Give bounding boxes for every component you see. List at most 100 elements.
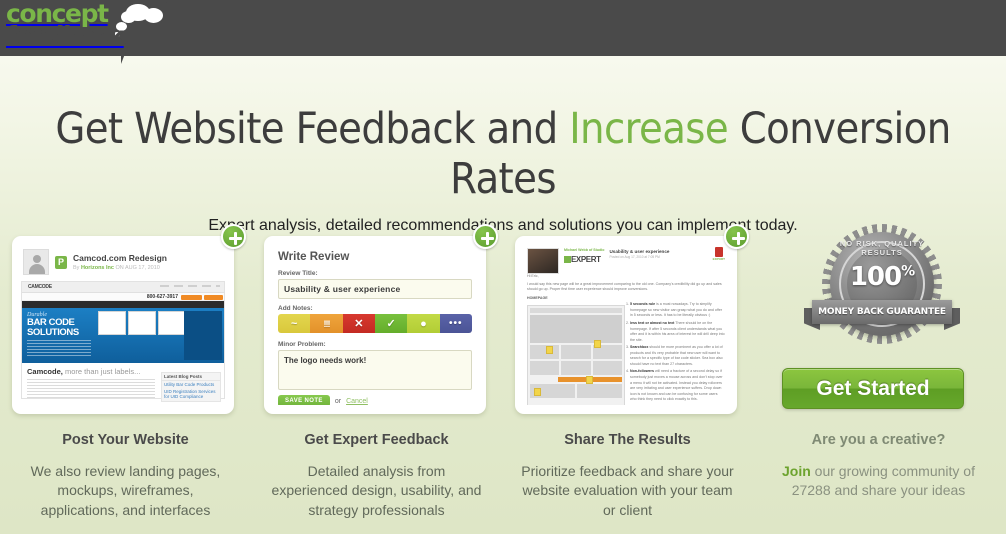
- creative-body: Join our growing community of 27288 and …: [771, 462, 986, 501]
- site-topbar: CAMCODE: [22, 282, 224, 293]
- report-point-bold: Searchbox: [630, 345, 649, 350]
- site-nav-strip: [22, 301, 224, 308]
- blog-link-1: Utility Bar Code Products: [164, 382, 215, 387]
- add-notes-label: Add Notes:: [278, 305, 313, 312]
- member-count: 27288: [791, 482, 831, 499]
- plus-icon-card2[interactable]: [473, 224, 498, 249]
- card-write-review[interactable]: Write Review Review Title: Usability & u…: [264, 224, 498, 414]
- minor-problem-label: Minor Problem:: [278, 341, 326, 348]
- join-link[interactable]: Join: [782, 463, 811, 479]
- logo-line-feedback: feedback: [6, 20, 125, 50]
- site-phone-row: 800-627-3917: [22, 293, 224, 301]
- site-logo[interactable]: concept feedback: [6, 1, 125, 50]
- note-tilde-icon[interactable]: ~: [278, 314, 311, 333]
- site-body-heading-rest: more than just labels...: [62, 367, 141, 376]
- site-quote-button: [181, 294, 202, 300]
- reviewer-photo: [527, 248, 559, 274]
- caption-title: Post Your Website: [62, 432, 189, 448]
- or-label: or: [334, 397, 342, 405]
- get-started-button[interactable]: Get Started: [782, 368, 964, 409]
- note-cross-icon[interactable]: ✕: [342, 314, 375, 333]
- plus-icon-card3[interactable]: [724, 224, 749, 249]
- caption-post-your-website: Post Your Website We also review landing…: [0, 432, 251, 520]
- project-title: Camcod.com Redesign: [73, 253, 167, 264]
- site-hero-banner: Durable BAR CODE SOLUTIONS: [22, 308, 224, 363]
- page-headline: Get Website Feedback and Increase Conver…: [0, 104, 1006, 204]
- report-section-homepage: HOMEPAGE: [527, 295, 548, 300]
- report-point-bold: Non-followers: [630, 369, 654, 374]
- site-body-heading-bold: Camcode,: [27, 367, 63, 376]
- caption-row: Post Your Website We also review landing…: [0, 432, 1006, 520]
- report-point-text: will need a fracture of a second delay s…: [630, 369, 723, 402]
- creative-body-before: our growing community of: [810, 463, 975, 479]
- caption-body: Prioritize feedback and share your websi…: [521, 463, 734, 518]
- website-thumbnail: CAMCODE 800-627-3917 Durable BAR CODE SO…: [21, 281, 225, 402]
- note-type-toolbar: ~ !!! ✕ ✓ ● •••: [278, 314, 472, 333]
- note-lightbulb-icon[interactable]: ●: [407, 314, 440, 333]
- project-author: Horizons Inc: [80, 264, 114, 271]
- site-body: Camcode, more than just labels... Latest…: [22, 363, 224, 402]
- note-textarea[interactable]: The logo needs work!: [278, 350, 472, 390]
- note-exclamation-icon[interactable]: !!!: [310, 314, 343, 333]
- creative-body-after: and share your ideas: [830, 482, 966, 499]
- plus-icon-card1[interactable]: [221, 224, 246, 249]
- badge-percent-sign: %: [901, 263, 915, 280]
- review-title-label: Review Title:: [278, 270, 318, 277]
- site-samples-button: [204, 294, 223, 300]
- caption-title: Share The Results: [564, 432, 691, 448]
- card-post-your-website[interactable]: P Camcod.com Redesign By Horizons Inc ON…: [12, 224, 246, 414]
- expert-badge: EXPERT: [564, 254, 604, 266]
- report-date: Posted on Aug 17, 2010 at 7:05 PM: [609, 255, 660, 260]
- money-back-guarantee-badge: NO RISK, QUALITY RESULTS 100% MONEY BACK…: [804, 224, 960, 344]
- pdf-icon: [714, 247, 723, 257]
- wireframe-thumbnail: [527, 305, 625, 405]
- review-form-footer: SAVE NOTE or Cancel: [278, 395, 472, 405]
- site-phone-number: 800-627-3917: [146, 294, 178, 300]
- site-logo-text: CAMCODE: [28, 284, 52, 290]
- project-header: P Camcod.com Redesign By Horizons Inc ON…: [21, 245, 225, 281]
- badge-ribbon-text: MONEY BACK GUARANTEE: [818, 307, 946, 317]
- note-check-icon[interactable]: ✓: [374, 314, 408, 333]
- caption-body: Detailed analysis from experienced desig…: [271, 463, 482, 518]
- export-label: EXPORT: [712, 257, 725, 261]
- report-intro: I would say this new page will be a grea…: [527, 281, 722, 292]
- report-point-bold: less text or almost no text: [630, 320, 675, 325]
- caption-are-you-a-creative: Are you a creative? Join our growing com…: [753, 432, 1004, 520]
- site-sidebar-panel: [184, 311, 222, 360]
- caption-body: We also review landing pages, mockups, w…: [30, 463, 221, 518]
- report-title-block: Usability & user experience Posted on Au…: [609, 248, 725, 274]
- note-ellipsis-icon[interactable]: •••: [439, 314, 472, 333]
- caption-share-the-results: Share The Results Prioritize feedback an…: [502, 432, 753, 520]
- cancel-link[interactable]: Cancel: [346, 398, 368, 405]
- headline-text-part1: Get Website Feedback and: [55, 104, 570, 154]
- reviewer-name: Michael Webb of Studio: [564, 248, 605, 252]
- write-review-title: Write Review: [278, 251, 350, 263]
- expert-label: EXPERT: [571, 254, 601, 264]
- report-point-bold: 5 seconds rule: [630, 302, 656, 307]
- save-note-button[interactable]: SAVE NOTE: [278, 395, 330, 405]
- expert-block: Michael Webb of Studio EXPERT: [564, 248, 604, 274]
- site-blog-box: Latest Blog Posts Utility Bar Code Produ…: [161, 372, 221, 402]
- badge-arc-text: NO RISK, QUALITY RESULTS: [839, 239, 925, 257]
- by-prefix: By: [73, 264, 81, 271]
- badge-percent: 100%: [847, 262, 917, 292]
- report-title: Usability & user experience: [609, 249, 670, 254]
- project-date: ON AUG 17, 2010: [115, 264, 160, 271]
- headline-highlight-increase: Increase: [569, 104, 729, 154]
- export-pdf-button[interactable]: EXPORT: [713, 247, 725, 263]
- review-title-input[interactable]: Usability & user experience: [278, 279, 472, 299]
- report-header: Michael Webb of Studio EXPERT Usability …: [527, 247, 725, 274]
- avatar: [23, 249, 49, 275]
- blog-link-2: UID Registration Services for UID Compli…: [164, 389, 216, 399]
- badge-percent-number: 100: [849, 262, 902, 292]
- hero-section: Get Website Feedback and Increase Conver…: [0, 56, 1006, 235]
- report-greeting: Hi Eric,: [527, 274, 539, 278]
- project-byline: By Horizons Inc ON AUG 17, 2010: [73, 265, 167, 271]
- card-share-the-results[interactable]: Michael Webb of Studio EXPERT Usability …: [515, 224, 749, 414]
- caption-get-expert-feedback: Get Expert Feedback Detailed analysis fr…: [251, 432, 502, 520]
- blog-box-heading: Latest Blog Posts: [162, 373, 220, 381]
- badge-ribbon: MONEY BACK GUARANTEE: [812, 300, 952, 324]
- creative-title: Are you a creative?: [811, 432, 946, 448]
- project-badge-icon: P: [55, 255, 67, 269]
- caption-title: Get Expert Feedback: [304, 432, 449, 448]
